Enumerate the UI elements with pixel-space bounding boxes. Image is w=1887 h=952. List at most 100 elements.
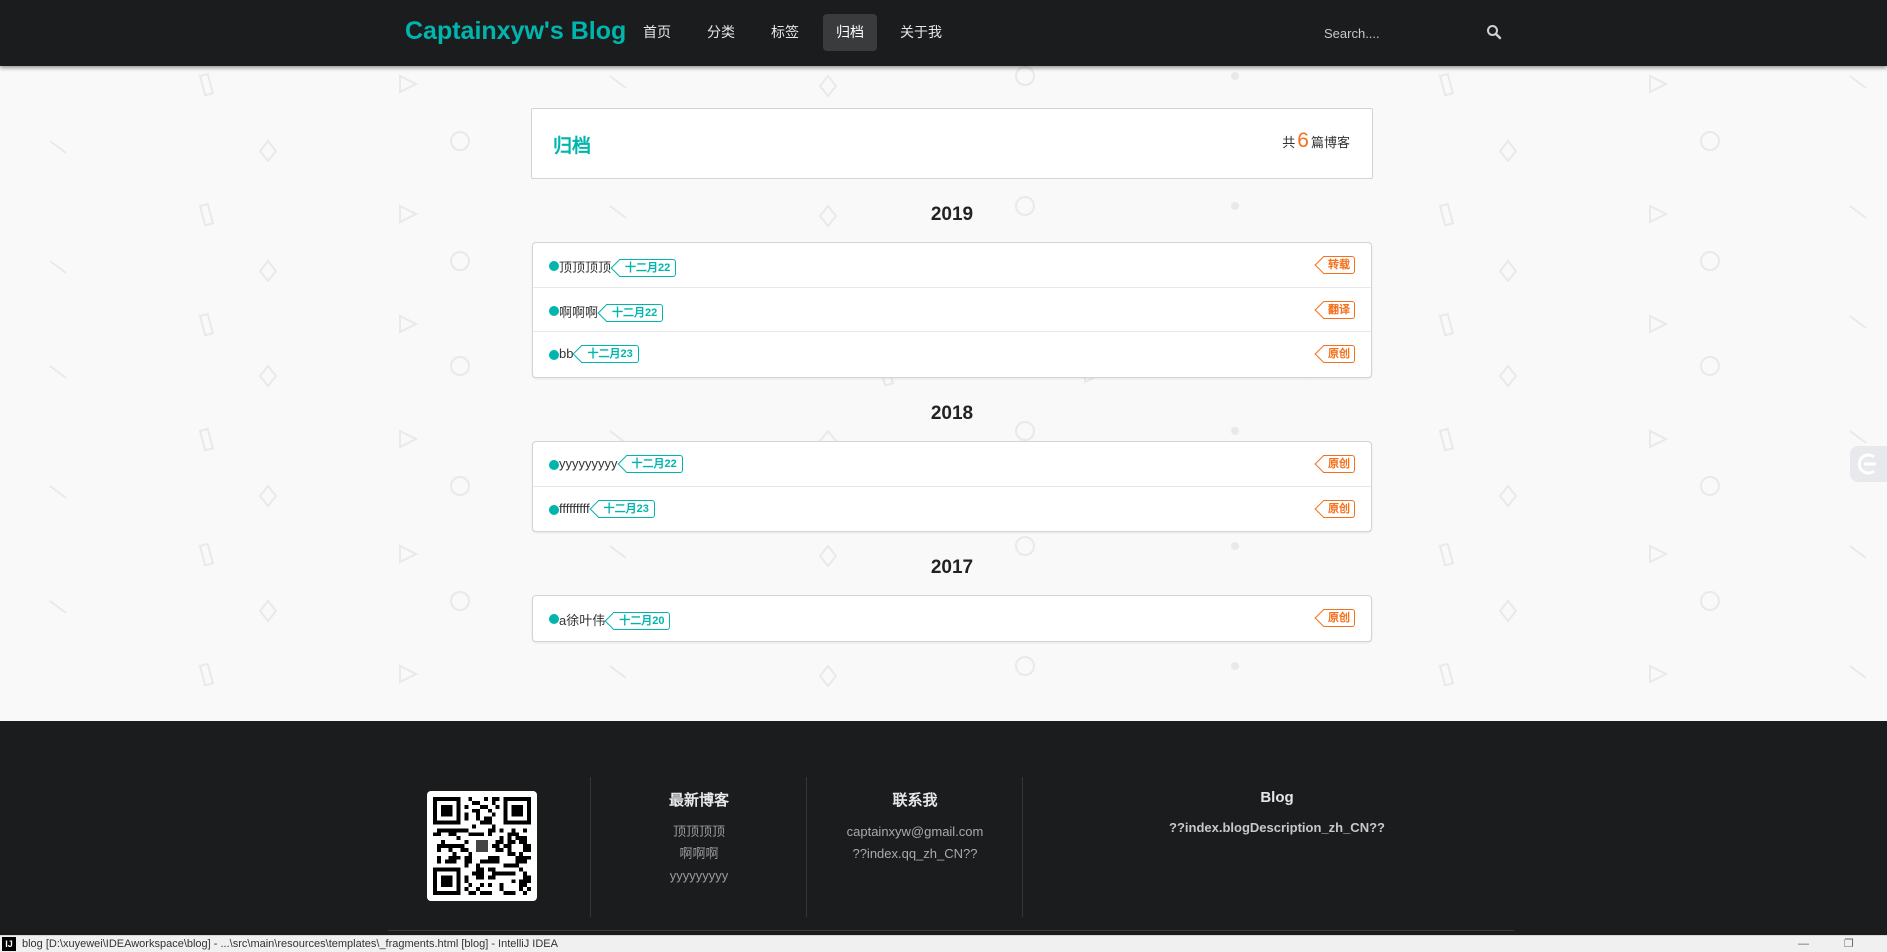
footer-post-link[interactable]: yyyyyyyyy [620,865,778,887]
date-tag-label: 十二月22 [612,306,658,319]
year-heading: 2017 [930,557,974,578]
date-tag: 十二月20 [613,612,671,630]
bg-shape [818,664,838,688]
archive-row[interactable]: yyyyyyyyy 十二月22 原创 [533,442,1371,487]
site-brand[interactable]: Captainxyw's Blog [405,17,626,46]
taskbar-window-title[interactable]: blog [D:\xuyewei\IDEAworkspace\blog] - .… [22,936,558,952]
bg-shape [49,140,67,154]
side-widget-icon [1857,453,1876,475]
bg-shape [1700,251,1720,271]
bg-shape [49,260,67,274]
type-tag-label: 原创 [1328,612,1350,624]
minimize-icon[interactable]: — [1798,936,1809,952]
bg-shape [1498,484,1518,508]
post-count-prefix: 共 [1282,135,1296,150]
bg-shape [198,202,215,227]
site-footer: 最新博客 顶顶顶顶 啊啊啊 yyyyyyyyy 联系我 captainxyw@g… [0,721,1887,935]
bg-shape [198,662,215,687]
bg-shape [198,542,215,567]
footer-latest-posts: 最新博客 顶顶顶顶 啊啊啊 yyyyyyyyy [620,789,778,887]
bg-shape [1700,591,1720,611]
bg-shape [49,365,67,379]
date-tag-label: 十二月23 [587,348,633,361]
search-input[interactable] [1310,18,1510,48]
type-tag: 原创 [1323,345,1355,364]
bg-shape [1849,205,1867,219]
archive-post-title-wrap: 啊啊啊 十二月22 [559,302,664,323]
bg-shape [1849,315,1867,329]
bg-shape [399,664,419,684]
nav-item-tags[interactable]: 标签 [758,14,812,51]
qr-code-image [427,791,537,901]
bg-shape [49,485,67,499]
archive-post-title-wrap: fffffffff 十二月23 [559,499,655,519]
bg-shape [450,476,470,496]
bullet-icon [549,350,559,361]
date-tag-label: 十二月20 [619,615,665,627]
archive-post-title-wrap: yyyyyyyyy 十二月22 [559,455,683,474]
bg-shape [609,75,627,89]
footer-post-link[interactable]: 顶顶顶顶 [620,821,778,843]
type-tag-label: 原创 [1328,348,1350,361]
os-taskbar: IJ blog [D:\xuyewei\IDEAworkspace\blog] … [0,935,1887,952]
bullet-icon [549,614,559,624]
type-tag-label: 转载 [1328,259,1350,271]
bg-shape [1700,131,1720,151]
nav-item-about[interactable]: 关于我 [887,14,955,51]
type-tag-label: 翻译 [1328,303,1350,316]
bg-shape [450,591,470,611]
post-count-number: 6 [1297,129,1309,152]
search-box [1310,18,1510,48]
date-tag-label: 十二月22 [631,458,677,470]
side-toggle-button[interactable] [1850,446,1887,482]
type-tag: 原创 [1323,499,1355,518]
bg-shape [258,364,278,388]
archive-post-title[interactable]: 啊啊啊 [559,305,598,320]
contact-email: captainxyw@gmail.com [846,824,984,839]
archive-post-title[interactable]: a徐叶伟 [559,613,605,628]
archive-post-title[interactable]: yyyyyyyyy [559,456,618,471]
restore-icon[interactable]: ❐ [1844,936,1854,952]
bg-shape [1849,545,1867,559]
archive-post-title[interactable]: 顶顶顶顶 [559,260,611,275]
archive-post-title[interactable]: fffffffff [559,501,590,516]
type-tag: 原创 [1323,455,1355,473]
contact-qq: ??index.qq_zh_CN?? [852,846,978,861]
bg-shape [818,74,838,98]
footer-blog-info: Blog ??index.blogDescription_zh_CN?? [1042,789,1512,839]
bg-shape [198,72,215,97]
post-count-suffix: 篇博客 [1310,135,1350,150]
type-tag-label: 原创 [1328,458,1350,470]
bg-shape [399,204,419,224]
bg-shape [609,665,627,679]
footer-post-link[interactable]: 啊啊啊 [620,843,778,865]
search-icon[interactable] [1486,24,1502,40]
archive-row[interactable]: bb 十二月23 原创 [533,332,1371,377]
bg-shape [1438,312,1455,337]
date-tag: 十二月23 [597,499,655,518]
footer-latest-title: 最新博客 [668,792,729,809]
nav-item-categories[interactable]: 分类 [694,14,748,51]
archive-row[interactable]: 顶顶顶顶 十二月22 转载 [533,243,1371,288]
date-tag: 十二月22 [625,455,683,473]
bg-shape [1849,430,1867,444]
nav-item-archive[interactable]: 归档 [823,14,877,51]
archive-post-title[interactable]: bb [559,346,573,361]
bg-shape [1649,429,1669,449]
archive-header: 归档 共6 篇博客 [531,108,1373,179]
intellij-icon[interactable]: IJ [2,937,16,951]
bullet-icon [549,460,559,470]
archive-row[interactable]: 啊啊啊 十二月22 翻译 [533,288,1371,333]
bg-shape [1498,139,1518,163]
bg-shape [399,314,419,334]
bg-shape [1231,427,1239,435]
bg-shape [399,429,419,449]
nav-item-home[interactable]: 首页 [630,14,684,51]
date-tag: 十二月22 [606,303,664,322]
bg-shape [1438,427,1455,452]
year-post-list: 顶顶顶顶 十二月22 转载 啊啊啊 十二月22 翻译 bb 十二月23 原创 [532,242,1372,379]
archive-row[interactable]: fffffffff 十二月23 原创 [533,487,1371,532]
bg-shape [1438,662,1455,687]
footer-divider [1022,777,1023,917]
archive-row[interactable]: a徐叶伟 十二月20 原创 [533,596,1371,641]
